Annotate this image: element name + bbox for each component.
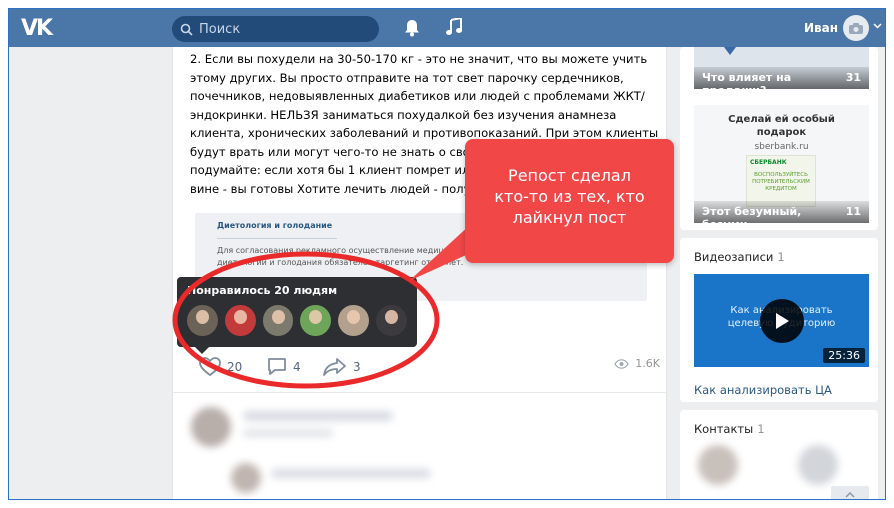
contacts-title: Контакты — [694, 422, 754, 436]
ad-domain: sberbank.ru — [754, 142, 809, 152]
ad-count: 11 — [845, 205, 861, 218]
blurred-text — [243, 429, 333, 437]
vk-logo[interactable]: VK — [21, 16, 53, 41]
annotation-callout: Репост сделал кто-то из тех, кто лайкнул… — [465, 139, 674, 263]
ad-caption: Этот безумный, безумн 11 — [694, 201, 869, 223]
likes-tooltip-title[interactable]: Понравилось 20 людям — [187, 284, 407, 297]
liker-avatar[interactable] — [262, 305, 294, 336]
blurred-text — [271, 469, 431, 478]
blurred-contact-avatar — [798, 445, 838, 485]
post-actions: 20 4 3 1.6K — [195, 355, 660, 379]
views-counter: 1.6K — [614, 357, 660, 370]
right-column: Что влияет на продажи? 31 Сделай ей особ… — [680, 47, 885, 499]
ads-card: Что влияет на продажи? 31 Сделай ей особ… — [680, 47, 878, 230]
callout-line: кто-то из тех, кто — [494, 187, 645, 206]
chevron-down-icon[interactable] — [873, 23, 882, 29]
search-icon — [180, 23, 193, 36]
callout-line: Репост сделал — [508, 166, 631, 185]
eye-icon — [614, 358, 629, 369]
contacts-section-title[interactable]: Контакты 1 — [694, 422, 765, 436]
ad-what-affects-sales[interactable]: Что влияет на продажи? 31 — [694, 47, 869, 89]
shares-count: 3 — [353, 359, 361, 374]
ad-headline: Сделай ей особый подарок — [694, 113, 869, 139]
comment-icon — [268, 358, 286, 375]
camera-icon — [849, 22, 863, 34]
sber-card-text: ВОСПОЛЬЗУЙТЕСЬ ПОТРЕБИТЕЛЬСКИМ КРЕДИТОМ — [752, 172, 810, 192]
play-button[interactable] — [760, 299, 804, 343]
search-box[interactable] — [172, 16, 379, 42]
top-bar: VK Иван — [9, 9, 885, 47]
scroll-to-top-button[interactable] — [831, 486, 869, 499]
ad-title: Этот безумный, безумн — [702, 205, 802, 223]
like-button[interactable]: 20 — [199, 357, 242, 376]
blurred-contact-avatar — [698, 445, 738, 485]
tooltip-arrow — [195, 347, 209, 354]
videos-title: Видеозаписи — [694, 250, 774, 264]
contacts-count: 1 — [757, 422, 765, 436]
liker-avatar[interactable] — [338, 305, 370, 336]
share-icon — [323, 358, 346, 376]
user-name[interactable]: Иван — [804, 21, 838, 35]
liker-avatar[interactable] — [187, 305, 218, 336]
vk-window: VK Иван — [8, 8, 886, 500]
liker-avatar[interactable] — [224, 305, 256, 336]
play-icon — [776, 313, 789, 329]
ad-headline-line: подарок — [756, 127, 807, 138]
embed-divider — [217, 238, 337, 239]
videos-section-title[interactable]: Видеозаписи 1 — [694, 250, 785, 264]
likes-tooltip: Понравилось 20 людям — [177, 277, 417, 347]
sber-brand: СБЕРБАНК — [750, 159, 787, 166]
views-count: 1.6K — [635, 357, 660, 370]
ad-headline-line: Сделай ей особый — [728, 114, 835, 125]
chevron-up-icon — [845, 491, 855, 498]
ad-count: 31 — [845, 71, 861, 84]
ad-caption: Что влияет на продажи? 31 — [694, 67, 869, 89]
liker-avatars — [187, 305, 407, 336]
blurred-text — [243, 411, 393, 421]
videos-count: 1 — [777, 250, 785, 264]
liker-avatar[interactable] — [376, 305, 407, 336]
user-avatar[interactable] — [843, 15, 869, 41]
video-title-link[interactable]: Как анализировать ЦА — [694, 383, 832, 397]
blurred-avatar — [231, 463, 261, 493]
likes-count: 20 — [227, 359, 243, 374]
ad-card-image: СБЕРБАНК ВОСПОЛЬЗУЙТЕСЬ ПОТРЕБИТЕЛЬСКИМ … — [746, 155, 816, 207]
ad-sberbank[interactable]: Сделай ей особый подарок sberbank.ru СБЕ… — [694, 105, 869, 223]
comment-button[interactable]: 4 — [267, 357, 301, 376]
music-icon[interactable] — [446, 18, 462, 36]
liker-avatar[interactable] — [300, 305, 332, 336]
ad-title: Что влияет на продажи? — [702, 71, 792, 89]
videos-card: Видеозаписи1 Как анализировать целевую а… — [680, 238, 878, 402]
share-button[interactable]: 3 — [323, 357, 361, 376]
blurred-avatar — [191, 407, 231, 447]
next-post-blurred — [172, 392, 667, 499]
callout-line: лайкнул пост — [512, 208, 627, 227]
comments-count: 4 — [293, 359, 301, 374]
video-thumbnail[interactable]: Как анализировать целевую аудиторию 25:3… — [694, 274, 869, 367]
video-duration: 25:36 — [823, 348, 865, 363]
heart-icon — [199, 357, 221, 376]
bookmark-icon — [724, 47, 736, 55]
search-input[interactable] — [199, 21, 369, 37]
bell-icon[interactable] — [404, 19, 420, 37]
